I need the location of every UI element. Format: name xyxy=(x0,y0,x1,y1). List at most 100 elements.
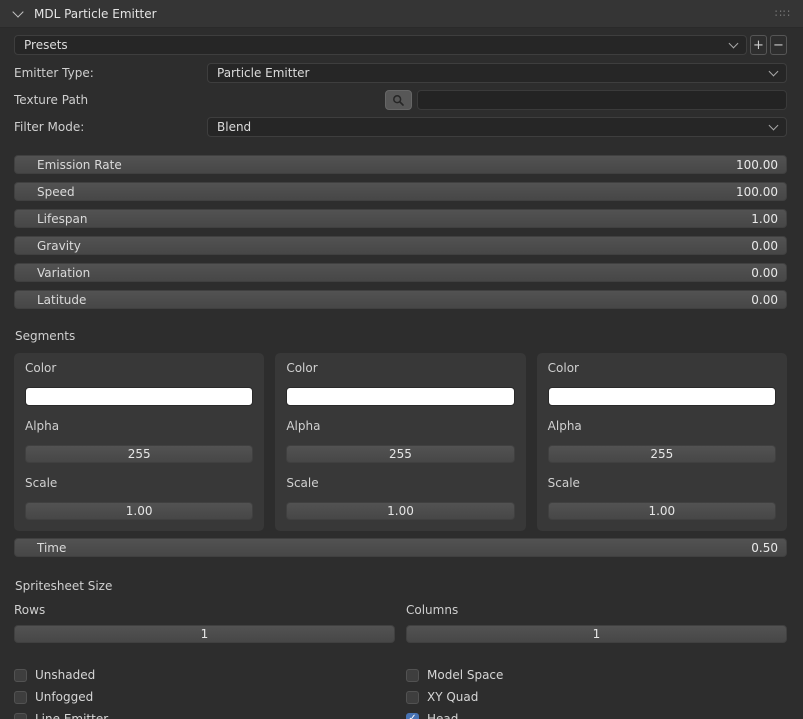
slider-label: Lifespan xyxy=(37,211,88,226)
alpha-field[interactable]: 255 xyxy=(286,445,515,463)
checkbox-label: XY Quad xyxy=(427,690,479,704)
slider-value: 100.00 xyxy=(736,184,778,199)
rows-field[interactable]: 1 xyxy=(14,625,395,643)
rows-label: Rows xyxy=(14,603,46,617)
checkbox-unfogged[interactable]: ✓ xyxy=(14,690,27,704)
columns-label: Columns xyxy=(406,603,459,617)
presets-dropdown-label: Presets xyxy=(24,38,68,52)
segment-panel-1: Color Alpha 255 Scale 1.00 xyxy=(14,353,265,531)
filter-mode-row: Filter Mode: Blend xyxy=(14,117,787,137)
scale-field[interactable]: 1.00 xyxy=(286,502,515,520)
spritesheet-grid: Rows 1 Columns 1 xyxy=(14,603,787,643)
checkbox-label: Model Space xyxy=(427,668,504,682)
presets-row: Presets + − xyxy=(14,35,787,55)
scale-field[interactable]: 1.00 xyxy=(547,502,776,520)
columns-field[interactable]: 1 xyxy=(406,625,787,643)
slider-value: 0.50 xyxy=(751,540,778,555)
slider-gravity[interactable]: Gravity 0.00 xyxy=(14,236,787,255)
color-label: Color xyxy=(547,361,579,375)
checkbox-label: Head xyxy=(427,712,459,719)
panel-body: Presets + − Emitter Type: Particle Emitt… xyxy=(0,28,803,719)
color-swatch[interactable] xyxy=(547,387,776,406)
flags-right-column: ✓ Model Space ✓ XY Quad ✓ Head ✓ Tail xyxy=(406,664,787,719)
alpha-label: Alpha xyxy=(25,419,60,433)
slider-label: Latitude xyxy=(37,292,87,307)
texture-path-row: Texture Path xyxy=(14,90,787,110)
checkbox-unshaded[interactable]: ✓ xyxy=(14,668,27,682)
texture-path-label: Texture Path xyxy=(14,93,89,107)
slider-speed[interactable]: Speed 100.00 xyxy=(14,182,787,201)
checkbox-head[interactable]: ✓ xyxy=(406,712,419,719)
slider-value: 0.00 xyxy=(751,265,778,280)
panel-header[interactable]: MDL Particle Emitter ∷∷ xyxy=(0,0,803,28)
slider-latitude[interactable]: Latitude 0.00 xyxy=(14,290,787,309)
filter-mode-label: Filter Mode: xyxy=(14,120,85,134)
slider-value: 0.00 xyxy=(751,292,778,307)
checkbox-line-emitter[interactable]: ✓ xyxy=(14,712,27,719)
alpha-field[interactable]: 255 xyxy=(25,445,254,463)
slider-label: Variation xyxy=(37,265,91,280)
segment-panel-2: Color Alpha 255 Scale 1.00 xyxy=(275,353,526,531)
slider-label: Time xyxy=(37,540,67,555)
segments-section-label: Segments xyxy=(15,329,76,343)
segments-grid: Color Alpha 255 Scale 1.00 Color Alpha 2… xyxy=(14,353,787,531)
checkbox-label: Line Emitter xyxy=(35,712,109,719)
checkbox-model-space[interactable]: ✓ xyxy=(406,668,419,682)
scale-label: Scale xyxy=(25,476,58,490)
alpha-label: Alpha xyxy=(547,419,582,433)
checkbox-label: Unshaded xyxy=(35,668,96,682)
texture-path-input[interactable] xyxy=(417,90,787,110)
scale-field[interactable]: 1.00 xyxy=(25,502,254,520)
segment-panel-3: Color Alpha 255 Scale 1.00 xyxy=(536,353,787,531)
rows-group: Rows 1 xyxy=(14,603,395,643)
checkbox-row-model-space[interactable]: ✓ Model Space xyxy=(406,664,787,686)
checkbox-row-unshaded[interactable]: ✓ Unshaded xyxy=(14,664,395,686)
emitter-type-row: Emitter Type: Particle Emitter xyxy=(14,63,787,83)
drag-grip-icon[interactable]: ∷∷ xyxy=(775,7,791,20)
slider-label: Gravity xyxy=(37,238,81,253)
chevron-down-icon xyxy=(728,38,739,49)
alpha-field[interactable]: 255 xyxy=(547,445,776,463)
slider-value: 0.00 xyxy=(751,238,778,253)
check-icon: ✓ xyxy=(408,712,417,719)
preset-remove-button[interactable]: − xyxy=(770,35,787,55)
checkbox-row-line-emitter[interactable]: ✓ Line Emitter xyxy=(14,708,395,719)
scale-label: Scale xyxy=(547,476,580,490)
chevron-down-icon xyxy=(768,120,779,131)
checkbox-row-head[interactable]: ✓ Head xyxy=(406,708,787,719)
preset-add-button[interactable]: + xyxy=(750,35,767,55)
filter-mode-value: Blend xyxy=(217,120,252,134)
emitter-type-value: Particle Emitter xyxy=(217,66,310,80)
magnifier-icon xyxy=(393,94,404,106)
slider-time[interactable]: Time 0.50 xyxy=(14,538,787,557)
slider-value: 1.00 xyxy=(751,211,778,226)
color-swatch[interactable] xyxy=(25,387,254,406)
presets-dropdown[interactable]: Presets xyxy=(14,35,747,55)
slider-label: Emission Rate xyxy=(37,157,122,172)
columns-group: Columns 1 xyxy=(406,603,787,643)
color-swatch[interactable] xyxy=(286,387,515,406)
emitter-type-dropdown[interactable]: Particle Emitter xyxy=(207,63,787,83)
alpha-label: Alpha xyxy=(286,419,321,433)
filter-mode-dropdown[interactable]: Blend xyxy=(207,117,787,137)
checkbox-row-unfogged[interactable]: ✓ Unfogged xyxy=(14,686,395,708)
flags-left-column: ✓ Unshaded ✓ Unfogged ✓ Line Emitter ✓ S… xyxy=(14,664,395,719)
scale-label: Scale xyxy=(286,476,319,490)
slider-emission-rate[interactable]: Emission Rate 100.00 xyxy=(14,155,787,174)
slider-variation[interactable]: Variation 0.00 xyxy=(14,263,787,282)
slider-label: Speed xyxy=(37,184,75,199)
chevron-down-icon xyxy=(768,66,779,77)
mdl-particle-emitter-panel: MDL Particle Emitter ∷∷ Presets + − Emit… xyxy=(0,0,803,719)
flags-grid: ✓ Unshaded ✓ Unfogged ✓ Line Emitter ✓ S… xyxy=(14,664,787,719)
emitter-type-label: Emitter Type: xyxy=(14,66,94,80)
color-label: Color xyxy=(286,361,318,375)
color-label: Color xyxy=(25,361,57,375)
panel-expand-icon[interactable] xyxy=(12,6,24,18)
checkbox-row-xy-quad[interactable]: ✓ XY Quad xyxy=(406,686,787,708)
spritesheet-section-label: Spritesheet Size xyxy=(15,579,113,593)
checkbox-xy-quad[interactable]: ✓ xyxy=(406,690,419,704)
slider-lifespan[interactable]: Lifespan 1.00 xyxy=(14,209,787,228)
panel-title: MDL Particle Emitter xyxy=(34,6,157,21)
texture-browse-button[interactable] xyxy=(385,90,412,110)
slider-value: 100.00 xyxy=(736,157,778,172)
